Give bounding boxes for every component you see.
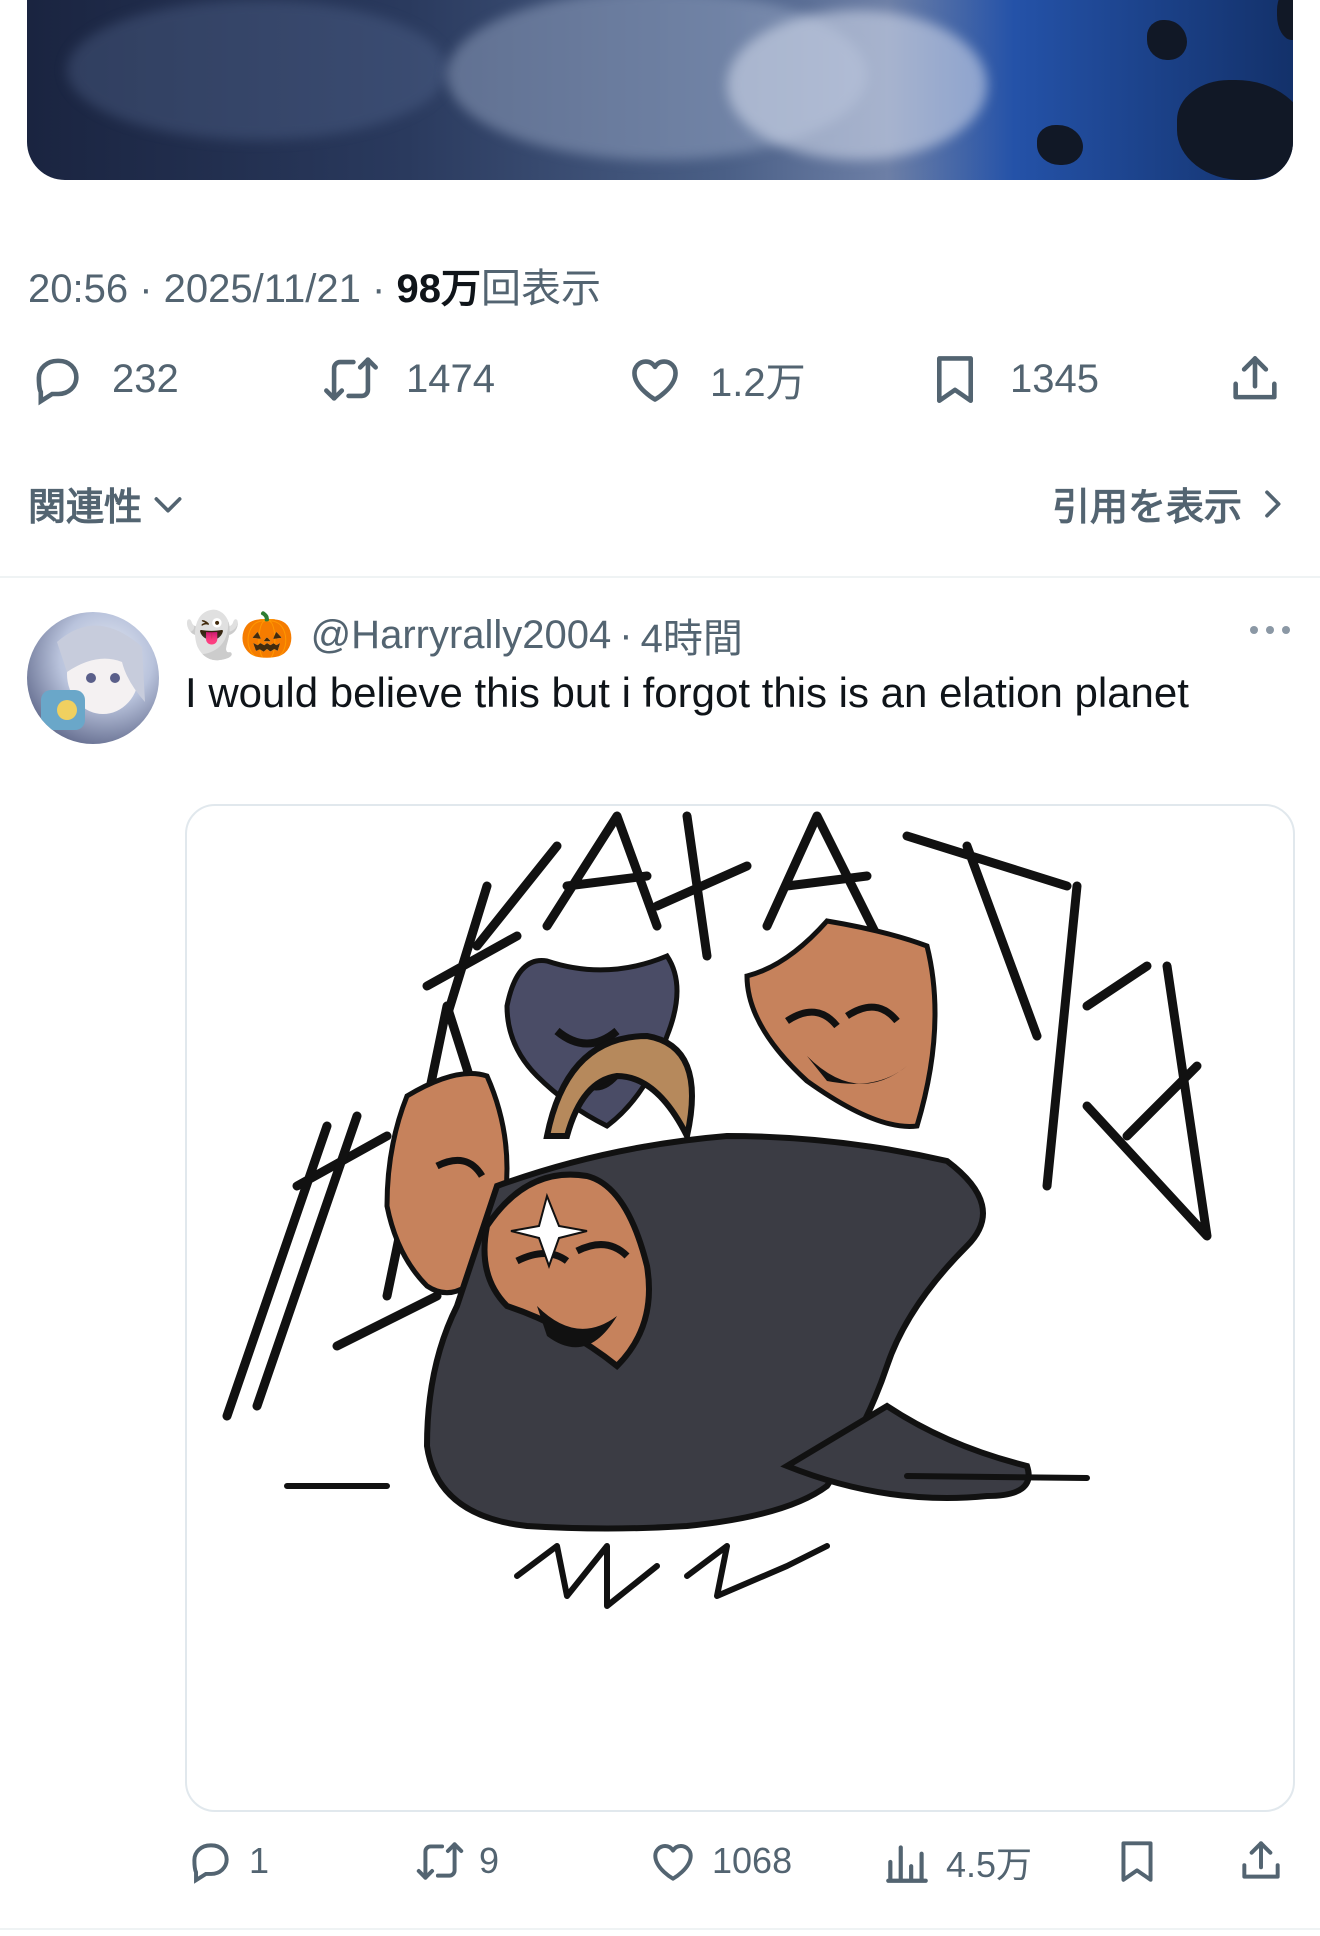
divider	[0, 1928, 1320, 1930]
retweet-count: 1474	[406, 356, 495, 401]
reply-media-image[interactable]	[185, 804, 1295, 1812]
reply-count: 232	[112, 356, 179, 401]
reply-icon	[192, 1843, 229, 1884]
reply-reply-button[interactable]: 1	[185, 1836, 269, 1886]
reply-handle[interactable]: @Harryrally2004	[311, 613, 612, 658]
reply-header: 👻🎃 @Harryrally2004 · 4時間	[185, 606, 743, 664]
reply-like-count: 1068	[712, 1840, 793, 1881]
bookmark-icon	[1121, 1841, 1153, 1882]
reply-icon	[36, 358, 79, 406]
tweet-media-image[interactable]	[27, 0, 1293, 180]
like-icon	[653, 1844, 693, 1881]
retweet-button[interactable]: 1474	[322, 350, 495, 408]
reply-retweet-count: 9	[479, 1840, 500, 1881]
like-count: 1.2万	[710, 361, 806, 405]
quotes-label: 引用を表示	[1051, 487, 1242, 529]
reply-text: I would believe this but i forgot this i…	[185, 669, 1189, 716]
tweet-time[interactable]: 20:56	[28, 267, 128, 311]
tweet-meta: 20:56 · 2025/11/21 · 98万回表示	[28, 267, 601, 311]
views-count: 98万	[396, 267, 481, 311]
views-icon	[886, 1845, 928, 1883]
bookmark-count: 1345	[1010, 356, 1099, 401]
view-quotes-link[interactable]: 引用を表示	[1052, 476, 1292, 531]
chevron-right-icon	[1265, 490, 1281, 517]
bookmark-button[interactable]: 1345	[926, 350, 1099, 408]
tweet-date[interactable]: 2025/11/21	[164, 267, 361, 311]
reply-reply-count: 1	[249, 1840, 270, 1881]
share-button[interactable]	[1226, 350, 1284, 408]
retweet-icon	[416, 1842, 464, 1880]
reply-button[interactable]: 232	[28, 350, 179, 408]
divider	[0, 576, 1320, 578]
chevron-down-icon	[154, 496, 182, 512]
reply-bookmark-button[interactable]	[1112, 1836, 1162, 1886]
share-icon	[1233, 356, 1277, 400]
views-label: 回表示	[480, 267, 601, 311]
reply-views-button[interactable]: 4.5万	[882, 1836, 1032, 1888]
reply-share-button[interactable]	[1236, 1836, 1286, 1886]
more-icon	[1250, 626, 1290, 634]
retweet-icon	[324, 357, 378, 401]
sort-label: 関連性	[28, 487, 143, 529]
meme-illustration	[222, 811, 1212, 1609]
share-icon	[1242, 1841, 1280, 1879]
display-name-emojis[interactable]: 👻🎃	[185, 609, 295, 661]
avatar[interactable]	[27, 612, 159, 744]
bookmark-icon	[936, 356, 974, 404]
like-button[interactable]: 1.2万	[626, 350, 806, 408]
more-button[interactable]	[1248, 620, 1292, 645]
like-icon	[632, 359, 678, 402]
reply-views-count: 4.5万	[946, 1844, 1033, 1885]
avatar-image	[41, 625, 145, 730]
reply-retweet-button[interactable]: 9	[415, 1836, 499, 1886]
sort-dropdown[interactable]: 関連性	[28, 476, 188, 531]
reply-like-button[interactable]: 1068	[648, 1836, 792, 1886]
reply-time[interactable]: 4時間	[641, 606, 743, 664]
